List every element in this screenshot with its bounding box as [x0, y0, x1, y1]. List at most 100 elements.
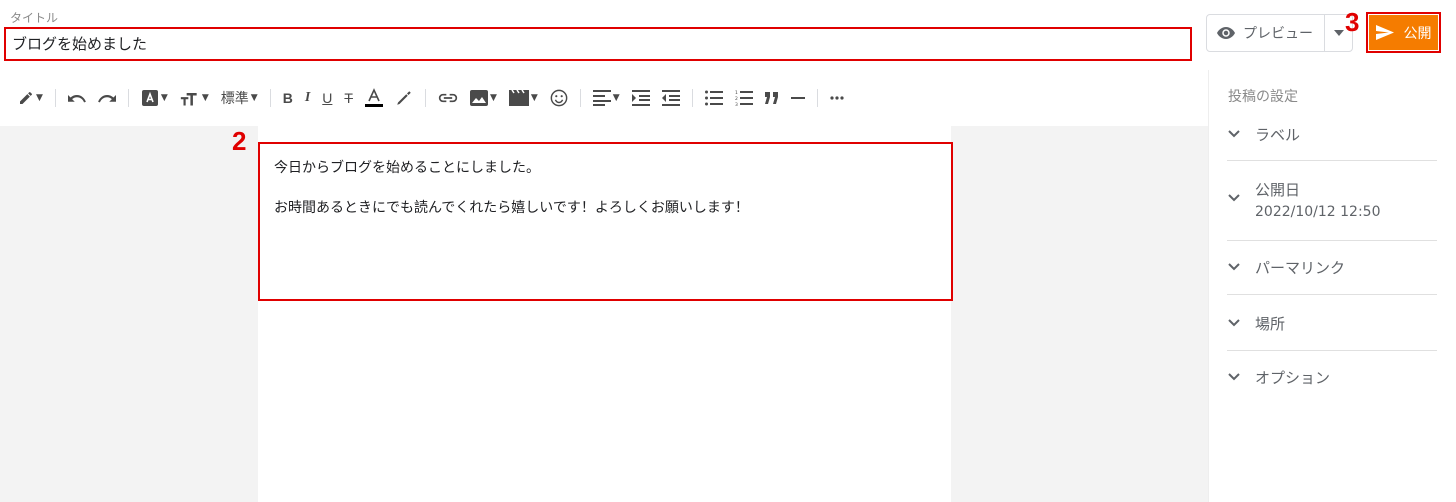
editor-content[interactable]: 今日からブログを始めることにしました。 お時間あるときにでも読んでくれたら嬉しい…	[258, 142, 953, 301]
sidebar-divider	[1227, 160, 1437, 161]
quote-icon	[764, 92, 778, 104]
caret-down-icon	[1333, 30, 1344, 36]
bulleted-list-icon	[704, 90, 723, 106]
align-button[interactable]: ▼	[587, 84, 626, 112]
outdent-icon	[661, 90, 680, 106]
content-paragraph[interactable]: お時間あるときにでも読んでくれたら嬉しいです！よろしくお願いします！	[274, 198, 937, 218]
horizontal-rule-button[interactable]	[785, 84, 811, 112]
step-number-2: 2	[232, 126, 247, 156]
font-icon	[141, 90, 158, 106]
publish-highlight: 公開	[1366, 12, 1441, 53]
text-size-button[interactable]: ▼	[174, 84, 215, 112]
svg-text:2: 2	[735, 96, 738, 102]
publish-date-value: 2022/10/12 12:50	[1255, 204, 1381, 220]
text-size-icon	[180, 93, 197, 106]
preview-label: プレビュー	[1243, 26, 1313, 42]
pencil-icon	[20, 91, 32, 104]
redo-icon	[98, 95, 116, 103]
toolbar-divider	[816, 89, 818, 107]
italic-button[interactable]: I	[299, 84, 316, 112]
publish-button[interactable]: 公開	[1369, 15, 1438, 50]
sidebar-item-label: 場所	[1255, 315, 1286, 333]
undo-button[interactable]	[62, 84, 92, 112]
chevron-down-icon	[1228, 319, 1240, 327]
eye-icon	[1217, 27, 1235, 39]
paragraph-style-label: 標準	[220, 91, 249, 107]
strikethrough-icon: T	[344, 90, 353, 106]
preview-button[interactable]: プレビュー	[1207, 15, 1325, 51]
video-icon	[508, 90, 529, 106]
bold-button[interactable]: B	[277, 84, 299, 112]
numbered-list-button[interactable]: 123	[729, 84, 759, 112]
italic-icon: I	[304, 90, 311, 105]
send-icon	[1375, 25, 1394, 40]
chevron-down-icon	[1228, 263, 1240, 271]
image-icon	[469, 90, 488, 106]
marker-icon	[397, 91, 411, 105]
caret-down-icon: ▼	[160, 93, 168, 103]
undo-icon	[67, 95, 86, 103]
indent-button[interactable]	[626, 84, 656, 112]
link-icon	[438, 93, 458, 103]
title-label: タイトル	[10, 11, 59, 25]
indent-icon	[631, 90, 650, 106]
outdent-button[interactable]	[656, 84, 686, 112]
paragraph-style-dropdown[interactable]: 標準 ▼	[215, 84, 264, 112]
svg-text:1: 1	[735, 90, 738, 96]
insert-video-button[interactable]: ▼	[503, 84, 544, 112]
sidebar-item-label: 公開日	[1255, 181, 1301, 199]
toolbar-divider	[269, 89, 271, 107]
text-color-button[interactable]	[359, 84, 389, 112]
insert-link-button[interactable]	[432, 84, 464, 112]
align-left-icon	[592, 90, 611, 106]
horizontal-line-icon	[790, 97, 805, 99]
underline-button[interactable]: U	[316, 84, 338, 112]
caret-down-icon: ▼	[201, 93, 209, 103]
preview-button-group: プレビュー	[1206, 14, 1353, 52]
caret-down-icon: ▼	[530, 93, 538, 103]
post-settings-title: 投稿の設定	[1228, 89, 1298, 105]
chevron-down-icon	[1228, 373, 1240, 381]
publish-label: 公開	[1403, 25, 1432, 42]
post-settings-sidebar: 投稿の設定 ラベル 公開日 2022/10/12 12:50 パーマリンク 場所…	[1208, 70, 1456, 502]
title-input[interactable]: ブログを始めました	[12, 29, 147, 59]
chevron-down-icon	[1228, 130, 1240, 138]
smiley-icon	[550, 89, 568, 107]
toolbar-divider	[424, 89, 426, 107]
sidebar-item-options[interactable]: オプション	[1227, 367, 1437, 388]
sidebar-item-publish-date[interactable]: 公開日 2022/10/12 12:50	[1227, 179, 1437, 220]
caret-down-icon: ▼	[36, 93, 43, 103]
highlight-color-button[interactable]	[389, 84, 419, 112]
caret-down-icon: ▼	[612, 93, 620, 103]
strikethrough-button[interactable]: T	[338, 84, 359, 112]
caret-down-icon: ▼	[250, 93, 258, 103]
toolbar-divider	[691, 89, 693, 107]
sidebar-divider	[1227, 240, 1437, 241]
bulleted-list-button[interactable]	[699, 84, 729, 112]
caret-down-icon: ▼	[489, 93, 497, 103]
sidebar-divider	[1227, 350, 1437, 351]
editor-toolbar: ▼ ▼ ▼ 標準 ▼ B I U T ▼ ▼ ▼ 1 2 3	[0, 70, 1208, 126]
sidebar-item-label: ラベル	[1255, 126, 1301, 144]
step-number-3: 3	[1345, 7, 1360, 37]
underline-icon: U	[322, 90, 333, 106]
redo-button[interactable]	[92, 84, 122, 112]
numbered-list-icon: 123	[735, 90, 753, 106]
content-paragraph[interactable]: 今日からブログを始めることにしました。	[274, 158, 937, 178]
quote-button[interactable]	[759, 84, 785, 112]
text-color-icon	[364, 88, 383, 107]
compose-mode-button[interactable]: ▼	[12, 84, 49, 112]
insert-image-button[interactable]: ▼	[464, 84, 503, 112]
insert-emoji-button[interactable]	[544, 84, 574, 112]
more-options-button[interactable]	[824, 84, 850, 112]
bold-icon: B	[282, 90, 293, 106]
more-horizontal-icon	[830, 96, 844, 100]
toolbar-divider	[54, 89, 56, 107]
font-family-button[interactable]: ▼	[135, 84, 174, 112]
sidebar-item-labels[interactable]: ラベル	[1227, 124, 1437, 145]
title-field[interactable]: ブログを始めました	[4, 27, 1192, 61]
sidebar-item-location[interactable]: 場所	[1227, 313, 1437, 334]
sidebar-item-label: パーマリンク	[1255, 259, 1346, 277]
sidebar-item-permalink[interactable]: パーマリンク	[1227, 257, 1437, 278]
chevron-down-icon	[1228, 194, 1240, 202]
